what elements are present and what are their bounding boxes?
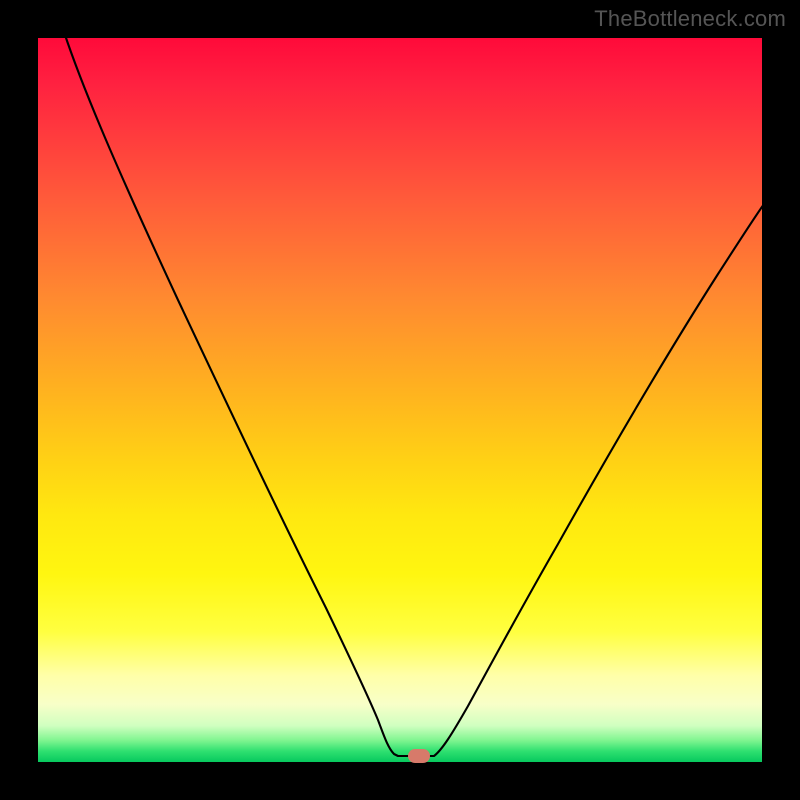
- curve-path: [64, 32, 764, 756]
- plot-area: [38, 38, 762, 762]
- bottleneck-curve: [38, 38, 762, 762]
- chart-frame: TheBottleneck.com: [0, 0, 800, 800]
- watermark-text: TheBottleneck.com: [594, 6, 786, 32]
- optimal-marker: [408, 749, 430, 763]
